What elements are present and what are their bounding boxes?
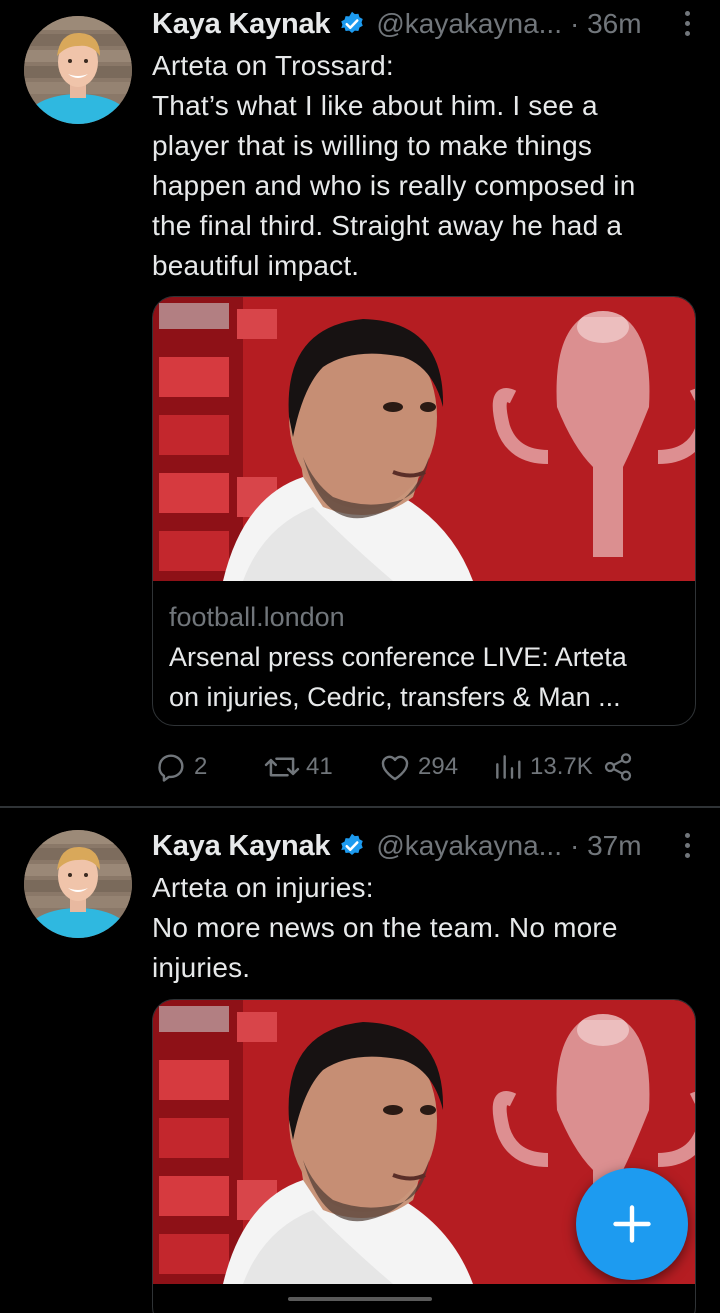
tweet-text-line: Arteta on Trossard: (152, 50, 394, 81)
tweet-text-line: That’s what I like about him. I see a (152, 90, 598, 121)
link-card-image (153, 297, 695, 581)
tweet-text-line: beautiful impact. (152, 250, 360, 281)
author-name[interactable]: Kaya Kaynak (152, 8, 331, 41)
tweet-text-line: happen and who is really composed in (152, 170, 636, 201)
analytics-icon (496, 755, 521, 779)
retweet-count: 41 (306, 753, 333, 780)
share-button[interactable] (602, 747, 634, 787)
avatar-image (24, 830, 132, 938)
tweet-text-line: injuries. (152, 952, 251, 983)
tweet-text-line: the final third. Straight away he had a (152, 210, 623, 241)
share-icon (604, 753, 632, 781)
views-button[interactable]: 13.7K (492, 747, 593, 787)
like-count: 294 (418, 753, 459, 780)
tweet-timestamp[interactable]: · 37m (570, 830, 642, 862)
link-card-title: Arsenal press conference LIVE: Arteta (169, 642, 627, 672)
tweet-actions: 2 41 294 13.7K (152, 747, 642, 787)
retweet-button[interactable]: 41 (264, 747, 333, 787)
avatar[interactable] (24, 830, 132, 938)
author-handle[interactable]: @kayakayna... (376, 830, 562, 862)
tweet-timestamp[interactable]: · 36m (570, 8, 642, 40)
more-vertical-icon[interactable] (677, 830, 697, 860)
link-card-domain: football.london (169, 602, 345, 632)
plus-icon (613, 1205, 651, 1243)
avatar-image (24, 16, 132, 124)
link-card-info: football.london Arsenal press conference… (153, 597, 695, 717)
tweet-header: Kaya Kaynak @kayakayna... · 37m (152, 828, 697, 864)
home-indicator[interactable] (288, 1297, 432, 1301)
tweet-text-line: No more news on the team. No more (152, 912, 618, 943)
tweet-header: Kaya Kaynak @kayakayna... · 36m (152, 6, 697, 42)
more-vertical-icon[interactable] (677, 8, 697, 38)
link-card-title: on injuries, Cedric, transfers & Man ... (169, 682, 621, 712)
reply-icon (158, 754, 184, 782)
reply-button[interactable]: 2 (154, 747, 207, 787)
tweet-text: Arteta on Trossard: That’s what I like a… (152, 46, 682, 286)
verified-badge-icon (341, 833, 364, 855)
author-name[interactable]: Kaya Kaynak (152, 830, 331, 863)
author-handle[interactable]: @kayakayna... (376, 8, 562, 40)
avatar[interactable] (24, 16, 132, 124)
retweet-icon (264, 757, 300, 777)
like-button[interactable]: 294 (378, 747, 458, 787)
tweet-text: Arteta on injuries: No more news on the … (152, 868, 682, 988)
link-card[interactable]: football.london Arsenal press conference… (152, 296, 696, 726)
compose-button[interactable] (576, 1168, 688, 1280)
tweet-text-line: Arteta on injuries: (152, 872, 374, 903)
tweet-text-line: player that is willing to make things (152, 130, 593, 161)
verified-badge-icon (341, 11, 364, 33)
heart-icon (381, 755, 409, 781)
views-count: 13.7K (530, 753, 593, 780)
tweet[interactable]: Kaya Kaynak @kayakayna... · 36m Arteta o… (0, 0, 720, 806)
reply-count: 2 (194, 753, 208, 780)
